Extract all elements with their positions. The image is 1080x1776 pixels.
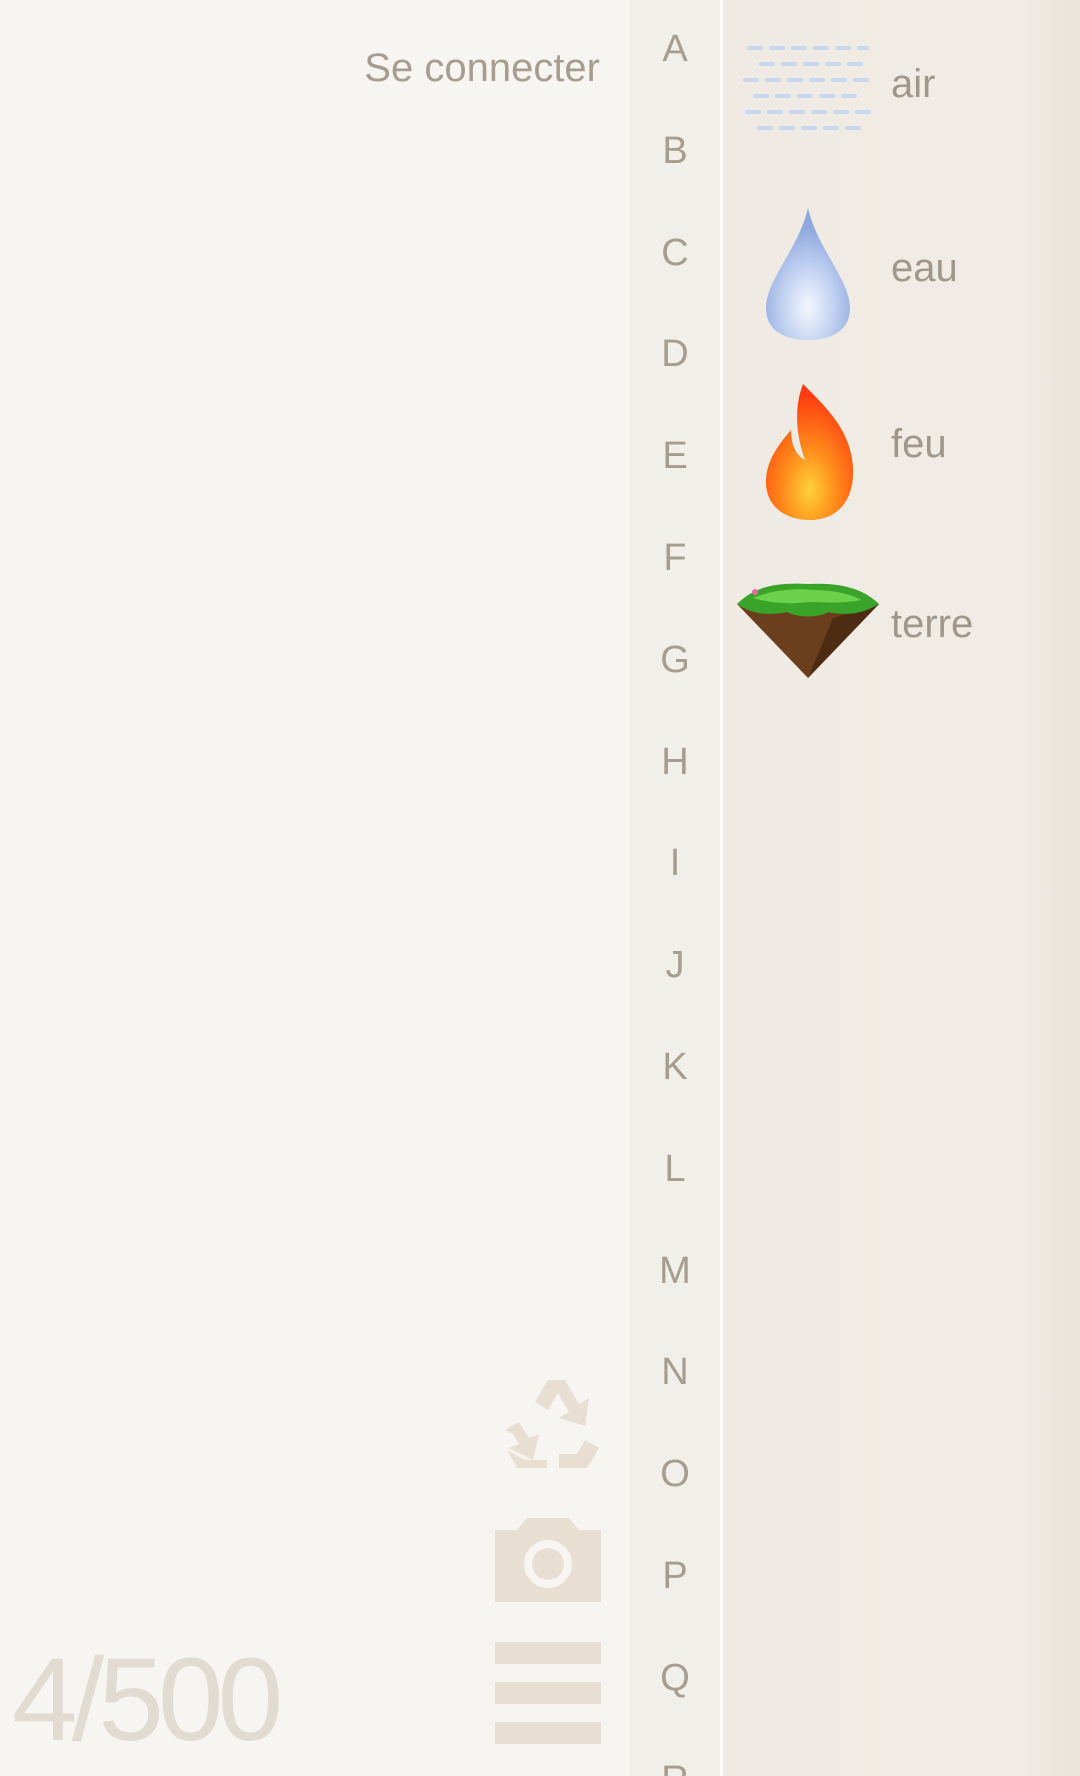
recycle-icon[interactable] [495, 1376, 601, 1472]
element-item-earth[interactable]: terre [733, 558, 1063, 708]
letter-h[interactable]: H [630, 737, 720, 787]
letter-m[interactable]: M [630, 1246, 720, 1296]
letter-q[interactable]: Q [630, 1653, 720, 1703]
letter-r[interactable]: R [630, 1755, 720, 1776]
water-drop-icon [766, 208, 850, 340]
menu-icon[interactable] [495, 1640, 601, 1746]
letter-o[interactable]: O [630, 1449, 720, 1499]
workspace[interactable] [0, 0, 630, 1776]
letter-d[interactable]: D [630, 329, 720, 379]
camera-icon[interactable] [495, 1516, 601, 1602]
letter-l[interactable]: L [630, 1144, 720, 1194]
letter-p[interactable]: P [630, 1551, 720, 1601]
letter-f[interactable]: F [630, 533, 720, 583]
letter-i[interactable]: I [630, 838, 720, 888]
letter-g[interactable]: G [630, 635, 720, 685]
element-item-water[interactable]: eau [733, 198, 1063, 348]
screen: Se connecter A B C D E F G H I J K L M N… [0, 0, 1080, 1776]
element-label-earth: terre [891, 602, 974, 646]
element-item-air[interactable]: air [733, 18, 1063, 168]
letter-e[interactable]: E [630, 431, 720, 481]
element-label-fire: feu [891, 422, 947, 466]
letter-c[interactable]: C [630, 228, 720, 278]
element-item-fire[interactable]: feu [733, 378, 1063, 528]
letter-j[interactable]: J [630, 940, 720, 990]
element-label-water: eau [891, 246, 958, 290]
air-icon [743, 46, 873, 130]
login-button[interactable]: Se connecter [364, 46, 600, 91]
letter-k[interactable]: K [630, 1042, 720, 1092]
discovered-counter: 4/500 [12, 1634, 283, 1766]
letter-a[interactable]: A [630, 24, 720, 74]
fire-icon [765, 384, 854, 520]
letter-b[interactable]: B [630, 126, 720, 176]
element-label-air: air [891, 62, 936, 106]
letter-n[interactable]: N [630, 1347, 720, 1397]
earth-icon [737, 583, 879, 678]
